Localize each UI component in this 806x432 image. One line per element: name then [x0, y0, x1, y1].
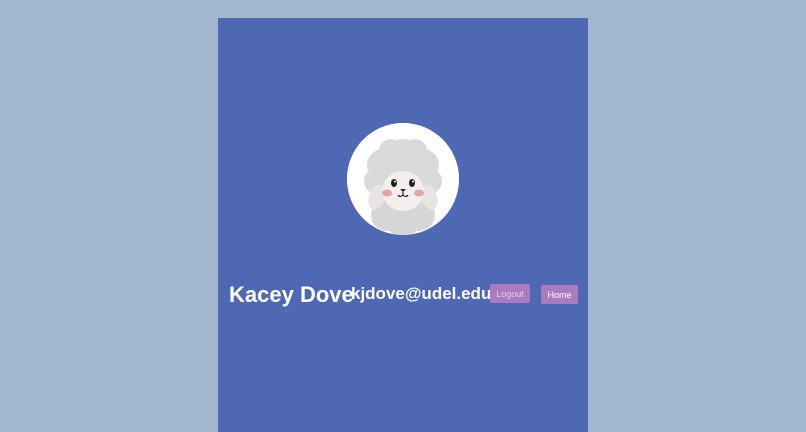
- avatar: [347, 123, 459, 235]
- profile-row: Kacey Dove kjdove@udel.edu Logout Home: [229, 280, 579, 310]
- sheep-avatar-icon: [347, 123, 459, 235]
- user-name: Kacey Dove: [229, 282, 354, 307]
- profile-panel: Kacey Dove kjdove@udel.edu Logout Home: [218, 18, 588, 432]
- user-email: kjdove@udel.edu: [351, 284, 492, 303]
- home-button[interactable]: Home: [541, 285, 578, 304]
- logout-button[interactable]: Logout: [490, 284, 530, 303]
